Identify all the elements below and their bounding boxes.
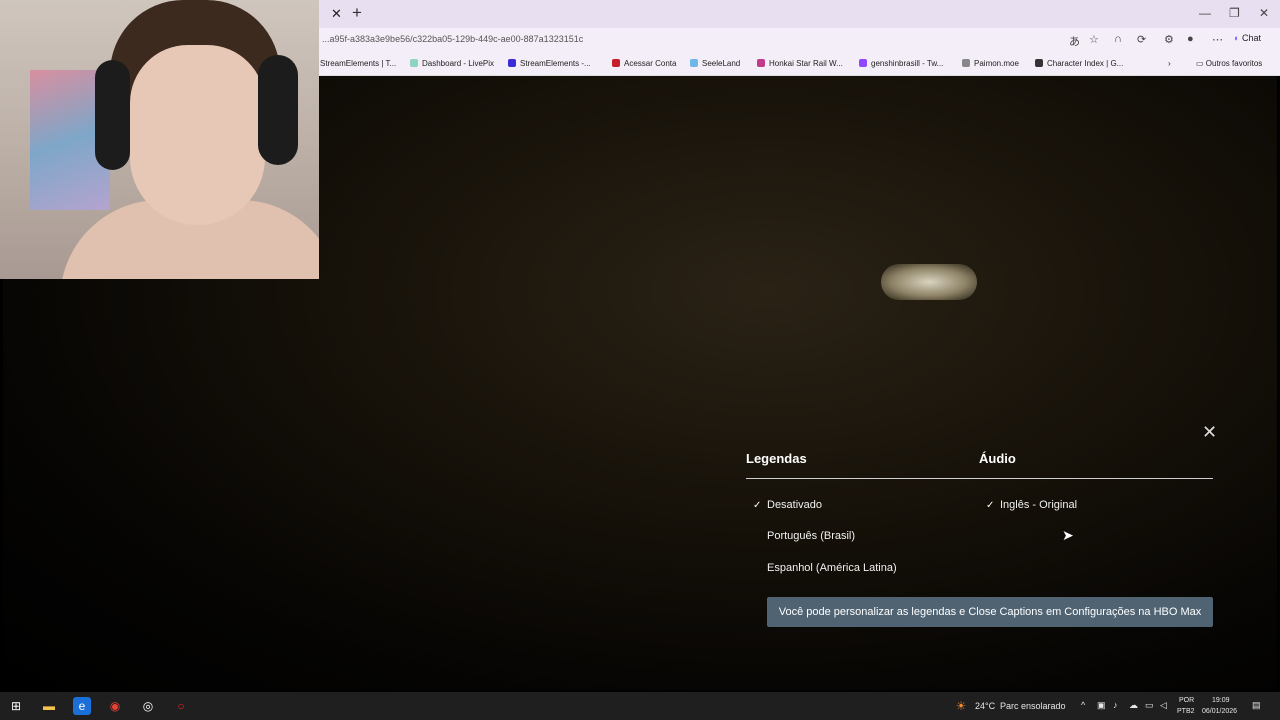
bookmark-label: Honkai Star Rail W... [769,59,843,68]
clock-date[interactable]: 06/01/2026 [1202,708,1237,715]
bookmark-icon [690,59,698,67]
checkmark-icon: ✓ [986,500,995,511]
bookmark-item[interactable]: StreamElements | T... [320,59,396,68]
bookmarks-bar: StreamElements | T... Dashboard - LivePi… [319,52,1280,76]
subtitle-option-spanish[interactable]: Espanhol (América Latina) [767,562,897,574]
weather-temperature[interactable]: 24°C [975,701,995,711]
url-text[interactable]: ...a95f-a383a3e9be56/c322ba05-129b-449c-… [322,34,583,44]
file-explorer-icon[interactable]: ▬ [40,697,58,715]
folder-icon: ▭ [1196,59,1204,68]
bookmark-label: Paimon.moe [974,59,1019,68]
show-hidden-icons-icon[interactable]: ^ [1081,700,1085,710]
copilot-chat-button[interactable]: ◐ Chat [1234,33,1261,43]
subtitle-option-off[interactable]: Desativado [767,499,822,511]
tab-close-icon[interactable]: ✕ [331,6,342,22]
edge-browser-icon[interactable]: e [73,697,91,715]
video-frame-lamp [881,264,977,300]
keyboard-layout[interactable]: PTB2 [1177,708,1195,715]
address-bar[interactable]: ...a95f-a383a3e9be56/c322ba05-129b-449c-… [319,28,1280,52]
other-favorites-label: Outros favoritos [1205,59,1263,68]
headset-icon[interactable]: ∩ [1114,33,1122,45]
favorite-star-icon[interactable]: ☆ [1089,33,1099,46]
bookmark-label: SeeleLand [702,59,741,68]
weather-icon[interactable]: ☀ [952,697,970,715]
bookmarks-overflow-icon[interactable]: › [1168,59,1171,68]
audio-option-english[interactable]: Inglês - Original [1000,499,1077,511]
profile-icon[interactable]: ● [1187,33,1194,45]
mouse-cursor-icon: ➤ [1062,527,1074,543]
new-tab-icon[interactable]: + [352,3,362,23]
panel-divider [746,478,1213,479]
browser-tab-bar: ✕ + — ❐ ✕ [319,0,1280,28]
bookmark-label: genshinbrasill - Tw... [871,59,944,68]
chat-label: Chat [1241,33,1261,43]
refresh-icon[interactable]: ⟳ [1137,33,1146,46]
bookmark-icon [612,59,620,67]
bookmark-item[interactable]: StreamElements -... [508,59,591,68]
notifications-icon[interactable]: ▤ [1252,700,1261,711]
start-icon[interactable]: ⊞ [7,697,25,715]
cloud-icon[interactable]: ☁ [1129,700,1138,711]
obs-icon[interactable]: ◎ [139,697,157,715]
minimize-icon[interactable]: — [1199,6,1211,20]
bookmark-item[interactable]: Acessar Conta [612,59,676,68]
headset-left-icon [95,60,130,170]
bookmark-label: Character Index | G... [1047,59,1124,68]
bookmark-icon [410,59,418,67]
audio-header: Áudio [979,451,1016,466]
bookmark-item[interactable]: SeeleLand [690,59,740,68]
bookmark-label: Dashboard - LivePix [422,59,495,68]
bookmark-item[interactable]: genshinbrasill - Tw... [859,59,943,68]
screen: ✕ + — ❐ ✕ ...a95f-a383a3e9be56/c322ba05-… [0,0,1280,720]
webcam-overlay [0,0,319,279]
bookmark-icon [757,59,765,67]
opera-icon[interactable]: ○ [172,697,190,715]
bookmark-icon [1035,59,1043,67]
volume-icon[interactable]: ◁ [1160,700,1167,711]
translate-icon[interactable]: あ [1069,33,1080,49]
chrome-icon[interactable]: ◉ [106,697,124,715]
clock-time[interactable]: 19:09 [1212,697,1230,704]
bookmark-item[interactable]: Character Index | G... [1035,59,1123,68]
bookmark-item[interactable]: Paimon.moe [962,59,1019,68]
copilot-icon: ◐ [1234,33,1240,43]
more-menu-icon[interactable]: ⋯ [1212,33,1223,46]
headset-right-icon [258,55,298,165]
extensions-icon[interactable]: ⚙ [1164,33,1174,46]
bookmark-icon [508,59,516,67]
windows-taskbar: ⊞ ▬ e ◉ ◎ ○ ☀ 24°C Parc ensolarado ^ ▣ ♪… [0,692,1280,720]
microphone-icon[interactable]: ♪ [1113,700,1118,710]
window-close-icon[interactable]: ✕ [1259,6,1269,20]
bookmark-item[interactable]: Dashboard - LivePix [410,59,494,68]
bookmark-icon [962,59,970,67]
subtitle-settings-banner[interactable]: Você pode personalizar as legendas e Clo… [767,597,1213,627]
bookmark-label: StreamElements | T... [320,59,397,68]
close-panel-icon[interactable]: ✕ [1202,422,1217,443]
bookmark-item[interactable]: Honkai Star Rail W... [757,59,843,68]
checkmark-icon: ✓ [753,500,762,511]
weather-description[interactable]: Parc ensolarado [1000,701,1066,711]
streamer-face [130,45,265,225]
network-icon[interactable]: ▭ [1145,700,1154,711]
bookmark-label: Acessar Conta [624,59,677,68]
bookmark-label: StreamElements -... [520,59,591,68]
input-language[interactable]: POR [1179,697,1194,704]
subtitle-option-portuguese[interactable]: Português (Brasil) [767,530,855,542]
bookmark-icon [859,59,867,67]
subtitles-header: Legendas [746,451,807,466]
restore-icon[interactable]: ❐ [1229,6,1240,20]
other-favorites[interactable]: ▭ Outros favoritos [1196,59,1262,68]
tray-app-icon[interactable]: ▣ [1097,700,1106,711]
